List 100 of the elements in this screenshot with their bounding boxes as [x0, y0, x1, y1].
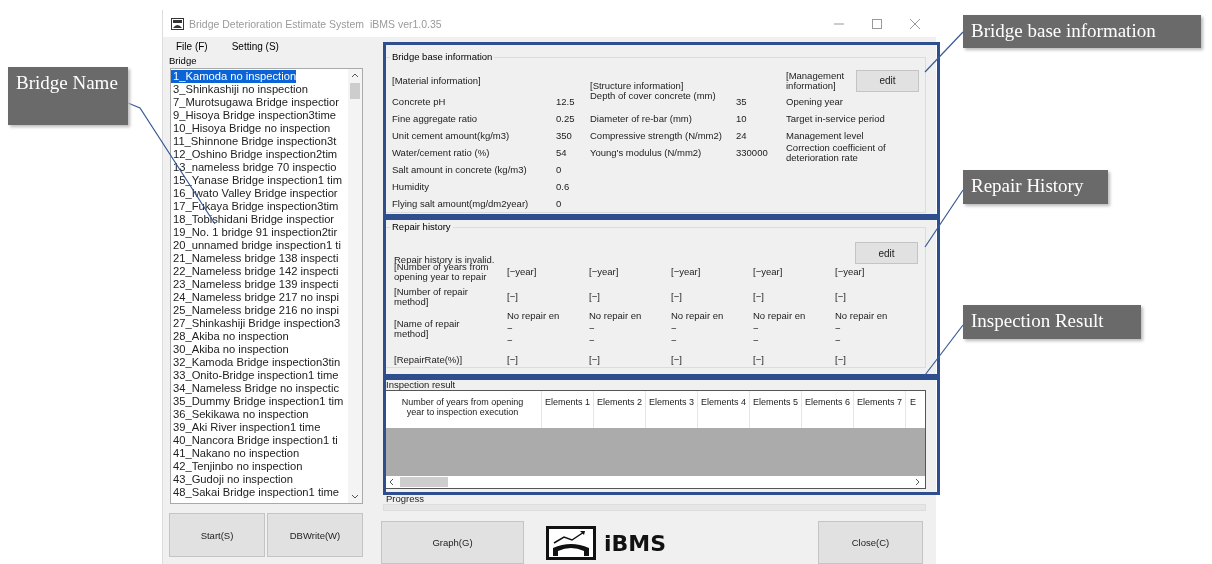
section-heading: [Material information]: [392, 75, 482, 86]
maximize-icon[interactable]: [872, 18, 882, 29]
bridge-list-item[interactable]: 48_Sakai Bridge inspection1 time: [171, 486, 340, 499]
cell-value: [−]: [589, 353, 601, 367]
app-icon: [171, 17, 184, 30]
cell-value: −: [835, 322, 842, 336]
cell-value: No repair en: [835, 310, 889, 323]
field-value: 24: [736, 130, 748, 141]
cell-value: [−year]: [589, 265, 620, 279]
edit-button[interactable]: edit: [856, 69, 919, 92]
field-label: Target in-service period: [786, 113, 886, 124]
leader-line: [924, 31, 964, 73]
action-button[interactable]: Start(S): [169, 513, 265, 557]
graph-button[interactable]: Graph(G): [381, 521, 524, 564]
cell-value: [−]: [835, 290, 847, 304]
bridge-list-item[interactable]: 33_Onito-Bridge inspection1 time: [171, 369, 339, 382]
action-button[interactable]: DBWrite(W): [267, 513, 363, 557]
field-label: Depth of cover concrete (mm): [590, 91, 717, 101]
bridge-list-item[interactable]: 41_Nakano no inspection: [171, 447, 300, 460]
group-title: Repair history: [390, 221, 453, 232]
cell-value: [−year]: [671, 265, 702, 279]
section-heading: [Structure information]: [590, 81, 685, 91]
bridge-list-item[interactable]: 3_Shinkashiji no inspection: [171, 83, 308, 96]
cell-value: No repair en: [507, 310, 561, 323]
callout-label: Bridge base information: [963, 15, 1201, 48]
field-label: Young's modulus (N/mm2): [590, 147, 703, 158]
bridge-list-item[interactable]: 36_Sekikawa no inspection: [171, 408, 309, 421]
cell-value: No repair en: [589, 310, 643, 323]
cell-value: [−]: [835, 353, 847, 367]
bridge-chart-icon: [546, 526, 596, 560]
field-label: Flying salt amount(mg/dm2year): [392, 198, 530, 209]
bridge-list-item[interactable]: 19_No. 1 bridge 91 inspection2tir: [171, 226, 338, 239]
scroll-thumb[interactable]: [350, 83, 360, 99]
cell-value: [−year]: [835, 265, 866, 279]
bridge-list-item[interactable]: 39_Aki River inspection1 time: [171, 421, 321, 434]
bridge-list-item[interactable]: 24_Nameless bridge 217 no inspi: [171, 291, 340, 304]
menu-item[interactable]: Setting (S): [231, 40, 279, 52]
field-value: 12.5: [556, 96, 576, 107]
cell-value: [−]: [671, 290, 683, 304]
row-label: [Number of repair method]: [394, 287, 469, 307]
bridge-list-item[interactable]: 30_Akiba no inspection: [171, 343, 289, 356]
close-button[interactable]: Close(C): [818, 521, 923, 564]
bridge-list-item[interactable]: 22_Nameless bridge 142 inspecti: [171, 265, 339, 278]
scrollbar[interactable]: [348, 69, 362, 503]
bridge-list-item[interactable]: 11_Shinnone Bridge inspection3t: [171, 135, 337, 148]
scroll-down-icon[interactable]: [351, 494, 359, 500]
bridge-list-item[interactable]: 7_Murotsugawa Bridge inspectior: [171, 96, 340, 109]
bridge-list-item[interactable]: 35_Dummy Bridge inspection1 tim: [171, 395, 344, 408]
section-label: Inspection result: [385, 379, 457, 390]
bridge-list[interactable]: [170, 68, 363, 504]
field-label: Fine aggregate ratio: [392, 113, 479, 124]
bridge-list-item[interactable]: 25_Nameless bridge 216 no inspi: [171, 304, 340, 317]
bridge-list-item[interactable]: 20_unnamed bridge inspection1 ti: [171, 239, 341, 252]
field-label: Unit cement amount(kg/m3): [392, 130, 511, 141]
cell-value: −: [671, 335, 678, 348]
bridge-list-item[interactable]: 1_Kamoda no inspection: [171, 70, 297, 83]
field-value: 0: [556, 198, 563, 209]
field-label: Correction coefficient of deterioration rate: [786, 142, 887, 163]
field-label: Humidity: [392, 181, 430, 192]
cell-value: −: [835, 335, 842, 348]
scroll-up-icon[interactable]: [351, 72, 359, 78]
bridge-list-item[interactable]: 32_Kamoda Bridge inspection3tin: [171, 356, 341, 369]
field-value: 0: [556, 164, 563, 175]
field-label: Management level: [786, 130, 865, 141]
group-title: Bridge base information: [390, 51, 495, 62]
menu-item[interactable]: File (F): [176, 40, 208, 52]
cell-value: No repair en: [671, 310, 725, 323]
progress-label: Progress: [385, 494, 425, 505]
cell-value: [−]: [671, 353, 683, 367]
bridge-list-item[interactable]: 12_Oshino Bridge inspection2tim: [171, 148, 338, 161]
field-label: Concrete pH: [392, 96, 447, 107]
bridge-list-item[interactable]: 43_Gudoji no inspection: [171, 473, 294, 486]
field-value: 330000: [736, 147, 769, 158]
callout-label: Bridge Name: [8, 67, 128, 125]
bridge-list-item[interactable]: 34_Nameless Bridge no inspectic: [171, 382, 340, 395]
bridge-list-item[interactable]: 42_Tenjinbo no inspection: [171, 460, 303, 473]
field-label: Compressive strength (N/mm2): [590, 130, 723, 141]
cell-value: [−year]: [507, 265, 538, 279]
bridge-list-item[interactable]: 40_Nancora Bridge inspection1 ti: [171, 434, 338, 447]
cell-value: −: [507, 322, 514, 336]
edit-button[interactable]: edit: [855, 242, 918, 264]
bridge-list-item[interactable]: 27_Shinkashiji Bridge inspection3: [171, 317, 341, 330]
bridge-list-item[interactable]: 10_Hisoya Bridge no inspection: [171, 122, 331, 135]
bridge-list-item[interactable]: 9_Hisoya Bridge inspection3time: [171, 109, 336, 122]
cell-value: [−]: [589, 290, 601, 304]
bridge-list-item[interactable]: 21_Nameless bridge 138 inspecti: [171, 252, 339, 265]
cell-value: −: [753, 322, 760, 336]
cell-value: [−]: [753, 353, 765, 367]
logo-text: iBMS: [604, 530, 667, 556]
close-icon[interactable]: [910, 18, 920, 29]
scroll-left-icon[interactable]: [388, 478, 394, 487]
scroll-thumb[interactable]: [400, 477, 448, 488]
callout-label: Inspection Result: [963, 305, 1141, 339]
cell-value: −: [589, 322, 596, 336]
leader-line: [924, 189, 964, 248]
bridge-list-item[interactable]: 28_Akiba no inspection: [171, 330, 289, 343]
field-value: 350: [556, 130, 573, 141]
scroll-right-icon[interactable]: [915, 478, 921, 487]
bridge-list-item[interactable]: 23_Nameless bridge 139 inspecti: [171, 278, 339, 291]
field-value: 10: [736, 113, 748, 124]
